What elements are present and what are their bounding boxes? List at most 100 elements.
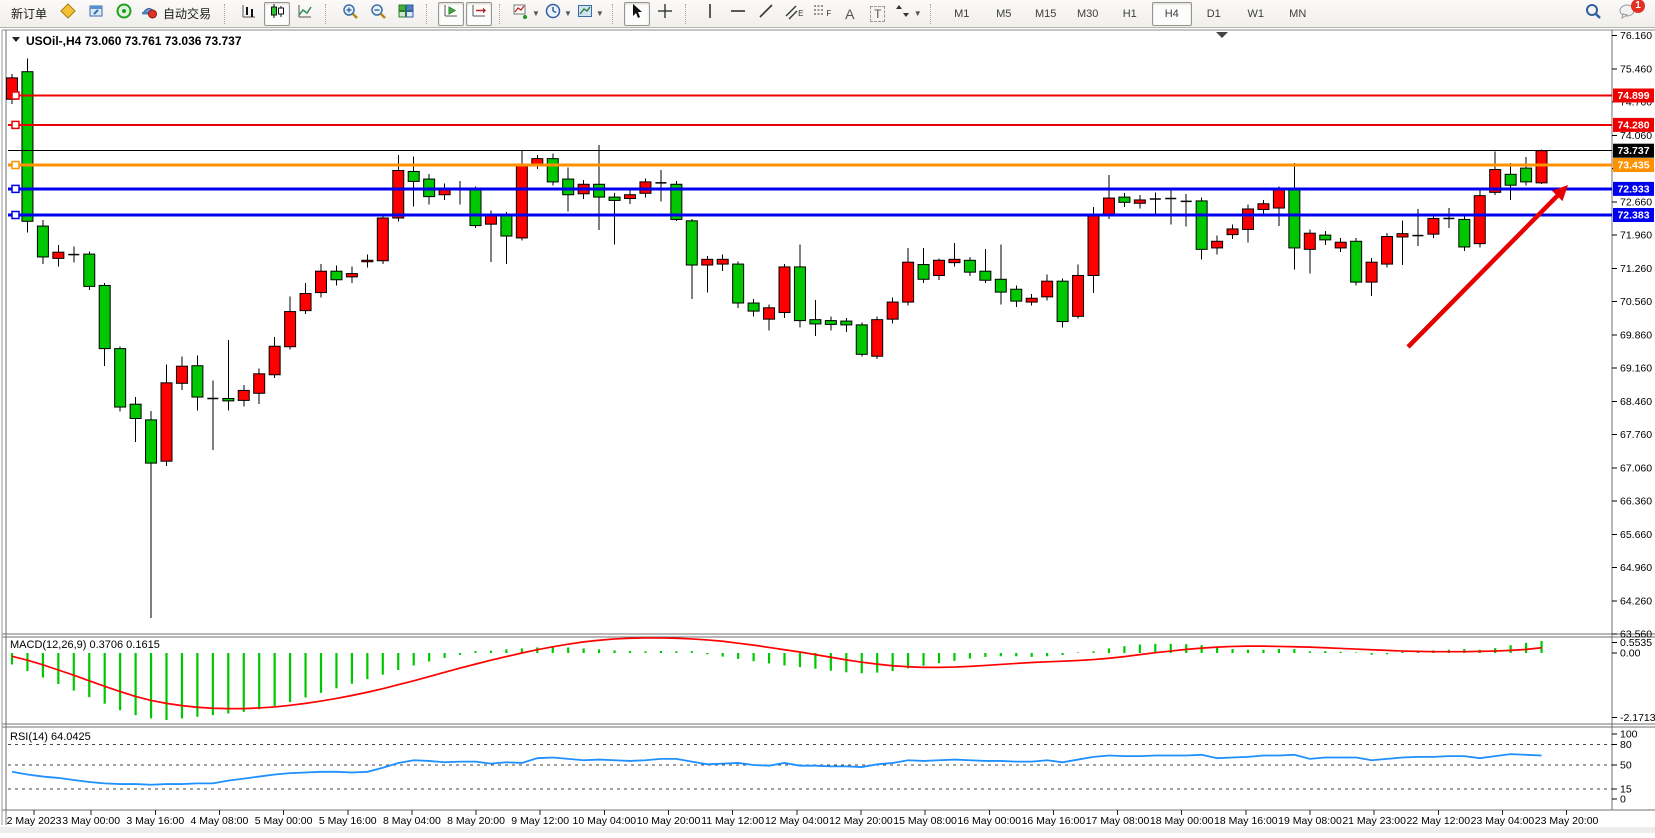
chart-canvas[interactable]: 76.16075.46074.76074.06073.36072.66071.9…: [0, 28, 1655, 833]
candle: [1443, 208, 1454, 228]
new-order-button[interactable]: 新订单: [5, 2, 53, 26]
rsi-tick-label: 80: [1620, 739, 1632, 751]
timeframe-m5-button[interactable]: M5: [984, 2, 1024, 26]
timeframe-mn-button[interactable]: MN: [1278, 2, 1318, 26]
price-badge: 73.435: [1613, 158, 1654, 172]
periods-button[interactable]: ▼: [543, 2, 573, 26]
timeframe-label: H4: [1165, 8, 1179, 20]
bar-chart-type-button[interactable]: [236, 2, 262, 26]
candle: [1536, 150, 1547, 184]
candle: [872, 316, 883, 359]
time-tick-label: 16 May 16:00: [1022, 815, 1086, 827]
toolbar-separator: [685, 4, 692, 24]
market-watch-button[interactable]: [55, 2, 81, 26]
crosshair-tool-button[interactable]: [652, 2, 678, 26]
search-icon: [1584, 2, 1602, 25]
candle: [176, 357, 187, 390]
candle: [1196, 198, 1207, 260]
candle: [748, 299, 759, 317]
time-tick-label: 2 May 2023: [7, 815, 62, 827]
horizontal-line-tool-button[interactable]: [725, 2, 751, 26]
timeframe-h1-button[interactable]: H1: [1110, 2, 1150, 26]
toolbar-separator: [499, 4, 506, 24]
zoom-out-button[interactable]: [365, 2, 391, 26]
candle: [1351, 238, 1362, 286]
zoom-in-button[interactable]: [337, 2, 363, 26]
candle: [501, 212, 512, 264]
chevron-down-icon: ▼: [596, 9, 604, 18]
chart-window: 76.16075.46074.76074.06073.36072.66071.9…: [0, 28, 1655, 833]
trendline-tool-button[interactable]: [753, 2, 779, 26]
timeframe-m30-button[interactable]: M30: [1068, 2, 1108, 26]
candle: [1227, 225, 1238, 239]
toolbar-separator: [325, 4, 332, 24]
vertical-line-tool-button[interactable]: [697, 2, 723, 26]
arrows-tool-button[interactable]: ▼: [893, 2, 923, 26]
candle: [238, 385, 249, 406]
templates-button[interactable]: ▼: [575, 2, 605, 26]
chevron-down-icon: ▼: [564, 9, 572, 18]
terminal-window-button[interactable]: [83, 2, 109, 26]
tile-windows-button[interactable]: [393, 2, 419, 26]
data-window-button[interactable]: [111, 2, 137, 26]
candle: [1521, 157, 1532, 186]
price-badge: 74.280: [1613, 118, 1654, 132]
fibonacci-tool-button[interactable]: F: [809, 2, 835, 26]
text-tool-button[interactable]: A: [837, 2, 863, 26]
timeframe-label: M30: [1077, 8, 1098, 20]
candle: [655, 170, 666, 201]
toolbar-separator: [612, 4, 619, 24]
candle: [918, 248, 929, 283]
price-tick-label: 67.060: [1620, 462, 1652, 474]
line-anchor-marker: [12, 121, 19, 128]
search-button[interactable]: [1580, 2, 1606, 26]
time-tick-label: 8 May 04:00: [383, 815, 441, 827]
time-tick-label: 23 May 04:00: [1471, 815, 1535, 827]
timeframe-m15-button[interactable]: M15: [1026, 2, 1066, 26]
candle: [547, 153, 558, 185]
chevron-down-icon: ▼: [914, 9, 922, 18]
candle: [934, 258, 945, 279]
notifications-button[interactable]: 1: [1614, 2, 1640, 26]
shift-marker-icon[interactable]: [1216, 32, 1228, 38]
candle: [269, 337, 280, 378]
price-tick-label: 66.360: [1620, 496, 1652, 508]
svg-text:72.933: 72.933: [1617, 183, 1649, 195]
candle: [22, 58, 33, 232]
candlestick-icon: [268, 2, 286, 25]
time-tick-label: 10 May 20:00: [637, 815, 701, 827]
timeframe-m1-button[interactable]: M1: [942, 2, 982, 26]
line-chart-type-button[interactable]: [292, 2, 318, 26]
time-tick-label: 23 May 20:00: [1535, 815, 1599, 827]
timeframe-w1-button[interactable]: W1: [1236, 2, 1276, 26]
candle: [377, 214, 388, 264]
equidistant-channel-tool-button[interactable]: E: [781, 2, 807, 26]
price-badge: 72.933: [1613, 182, 1654, 196]
indicators-button[interactable]: ▼: [511, 2, 541, 26]
channel-letter: E: [798, 9, 803, 18]
candle: [1073, 265, 1084, 319]
timeframe-h4-button[interactable]: H4: [1152, 2, 1192, 26]
timeframe-label: M15: [1035, 8, 1056, 20]
time-tick-label: 3 May 16:00: [126, 815, 184, 827]
candle: [825, 316, 836, 330]
timeframe-d1-button[interactable]: D1: [1194, 2, 1234, 26]
line-chart-icon: [296, 2, 314, 25]
candle: [1366, 258, 1377, 296]
green-spiral-icon: [115, 2, 133, 25]
auto-trading-icon: [140, 2, 158, 25]
auto-scroll-button[interactable]: [438, 2, 464, 26]
text-label-tool-button[interactable]: T: [865, 2, 891, 26]
candle: [99, 283, 110, 366]
toolbar-separator: [426, 4, 433, 24]
price-tick-label: 72.660: [1620, 196, 1652, 208]
candle: [810, 300, 821, 336]
candle: [115, 346, 126, 411]
auto-trading-button[interactable]: 自动交易: [139, 2, 217, 26]
vertical-line-icon: [701, 2, 719, 25]
cursor-tool-button[interactable]: [624, 2, 650, 26]
price-tick-label: 68.460: [1620, 396, 1652, 408]
candlestick-chart-type-button[interactable]: [264, 2, 290, 26]
chart-shift-button[interactable]: [466, 2, 492, 26]
text-tool-letter: A: [845, 6, 854, 22]
